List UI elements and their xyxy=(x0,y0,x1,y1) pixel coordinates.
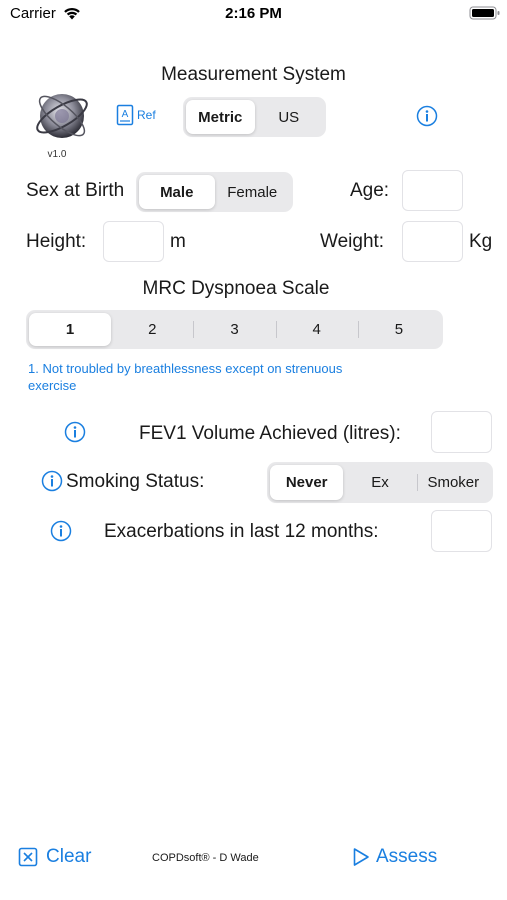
dyspnoea-option-3[interactable]: 3 xyxy=(193,313,275,346)
fev1-info-icon[interactable] xyxy=(64,421,86,443)
assess-button[interactable]: Assess xyxy=(352,846,437,868)
footer-credit: COPDsoft® - D Wade xyxy=(152,852,259,864)
dyspnoea-segmented-control[interactable]: 1 2 3 4 5 xyxy=(26,310,443,349)
dyspnoea-option-1[interactable]: 1 xyxy=(29,313,112,346)
dyspnoea-description: 1. Not troubled by breathlessness except… xyxy=(28,361,343,393)
fev1-label: FEV1 Volume Achieved (litres): xyxy=(139,423,401,444)
height-input[interactable] xyxy=(103,221,164,262)
height-label: Height: xyxy=(26,231,87,252)
dyspnoea-option-5[interactable]: 5 xyxy=(357,313,440,346)
exacerbations-label: Exacerbations in last 12 months: xyxy=(104,521,379,542)
weight-input[interactable] xyxy=(402,221,463,262)
sex-option-male[interactable]: Male xyxy=(139,175,215,209)
info-icon[interactable] xyxy=(416,105,438,127)
weight-label: Weight: xyxy=(320,231,385,252)
units-option-us[interactable]: US xyxy=(255,100,324,134)
weight-unit: Kg xyxy=(469,231,493,252)
dyspnoea-option-2[interactable]: 2 xyxy=(111,313,193,346)
sex-segmented-control[interactable]: Male Female xyxy=(136,172,293,212)
clear-label: Clear xyxy=(46,846,92,867)
dyspnoea-title: MRC Dyspnoea Scale xyxy=(142,278,330,299)
sex-label: Sex at Birth xyxy=(26,180,125,201)
dyspnoea-option-4[interactable]: 4 xyxy=(275,313,358,346)
book-icon: A xyxy=(116,104,134,126)
exacerbations-input[interactable] xyxy=(431,510,492,552)
age-input[interactable] xyxy=(402,170,463,211)
play-icon xyxy=(353,848,369,866)
sex-option-female[interactable]: Female xyxy=(215,175,291,209)
clear-button[interactable]: Clear xyxy=(18,846,91,868)
smoking-option-never[interactable]: Never xyxy=(270,465,344,500)
smoking-label: Smoking Status: xyxy=(66,471,205,492)
ref-button[interactable]: A Ref xyxy=(116,104,156,126)
ref-label: Ref xyxy=(137,108,156,122)
units-segmented-control[interactable]: Metric US xyxy=(183,97,326,137)
status-time: 2:16 PM xyxy=(225,5,282,22)
measurement-system-title: Measurement System xyxy=(161,64,346,85)
fev1-input[interactable] xyxy=(431,411,492,453)
assess-label: Assess xyxy=(376,846,438,867)
age-label: Age: xyxy=(350,180,390,201)
units-option-metric[interactable]: Metric xyxy=(186,100,255,134)
clear-icon xyxy=(18,847,38,867)
height-unit: m xyxy=(170,231,186,252)
smoking-segmented-control[interactable]: Never Ex Smoker xyxy=(267,462,493,503)
smoking-info-icon[interactable] xyxy=(41,470,63,492)
battery-icon xyxy=(469,6,500,20)
exacerbations-info-icon[interactable] xyxy=(50,520,72,542)
app-logo-icon xyxy=(36,94,88,138)
smoking-option-smoker[interactable]: Smoker xyxy=(416,465,490,500)
smoking-option-ex[interactable]: Ex xyxy=(343,465,416,500)
svg-text:A: A xyxy=(122,109,129,120)
logo-version: v1.0 xyxy=(47,149,67,160)
